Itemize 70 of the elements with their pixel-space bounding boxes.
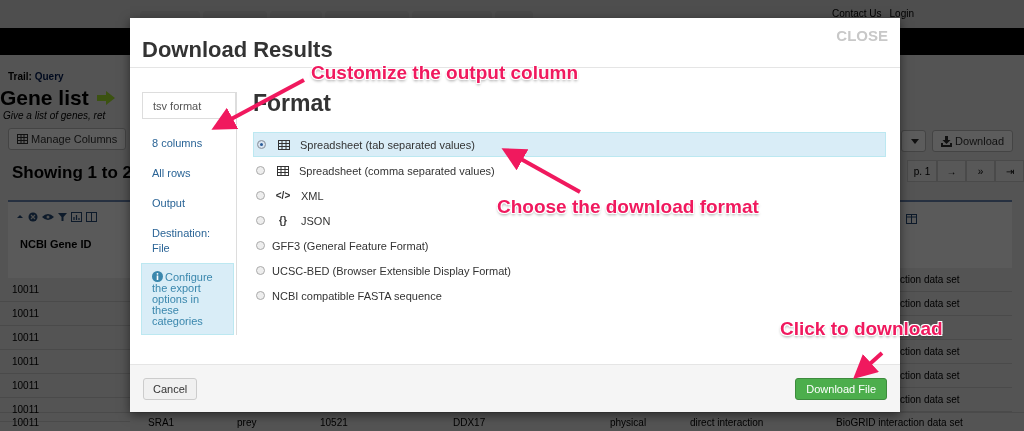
table-cell: 10011 (12, 380, 40, 391)
annotation-text: Choose the download format (497, 196, 759, 218)
format-option[interactable]: Spreadsheet (comma separated values) (253, 158, 499, 183)
format-option[interactable]: GFF3 (General Feature Format) (253, 233, 433, 258)
caret-icon (911, 138, 920, 144)
format-option[interactable]: UCSC-BED (Browser Extensible Display Format) (253, 258, 515, 283)
table-cell: 10011 (12, 308, 40, 319)
cancel-button[interactable]: Cancel (143, 377, 198, 400)
category-tab[interactable]: tsv format (142, 92, 236, 120)
table-cell-text: DDX17 (453, 417, 487, 428)
radio-button[interactable] (256, 291, 265, 300)
option-label: Spreadsheet (tab separated values) (300, 138, 475, 151)
table-icon (277, 165, 289, 176)
format-option[interactable]: Spreadsheet (tab separated values) (253, 132, 886, 157)
table-cell: ction data set (900, 346, 960, 357)
option-label: UCSC-BED (Browser Extensible Display Format) (272, 264, 511, 277)
format-option[interactable]: {} JSON (253, 208, 335, 233)
table-cell: ction data set (900, 394, 960, 405)
table-cell-text: direct interaction (690, 417, 765, 428)
table-cell-text: 10011 (12, 417, 41, 428)
format-glyph: </> (274, 190, 292, 201)
format-option[interactable]: </> XML (253, 183, 328, 208)
annotation-text: Customize the output column (311, 62, 579, 84)
page-subtitle: Give a list of genes, ret (2, 110, 107, 121)
page-title: Gene list (0, 87, 89, 109)
table-cell-text: 10521 (320, 417, 349, 428)
radio-button[interactable] (256, 191, 265, 200)
option-label: NCBI compatible FASTA sequence (272, 289, 442, 302)
dialog-title: Download Results (142, 37, 333, 63)
annotation-arrow (853, 351, 884, 380)
table-cell-text: SRA1 (148, 417, 176, 428)
filter-icon[interactable] (58, 212, 67, 222)
option-label: XML (301, 189, 324, 202)
info-icon (152, 271, 163, 282)
table-cell: ction data set (900, 274, 960, 285)
category-tab[interactable]: 8 columns (142, 128, 236, 158)
table-cell: ction data set (900, 370, 960, 381)
option-label: JSON (301, 214, 331, 227)
option-label: GFF3 (General Feature Format) (272, 239, 429, 252)
format-option[interactable]: NCBI compatible FASTA sequence (253, 283, 446, 308)
category-tab[interactable]: All rows (142, 158, 236, 188)
format-glyph: {} (278, 215, 288, 226)
table-cell: 10011 (12, 284, 40, 295)
info-note: Configure the export options in these categories (141, 263, 234, 335)
option-label: Spreadsheet (comma separated values) (299, 164, 495, 177)
table-icon (278, 139, 290, 150)
table-cell-text: prey (237, 417, 258, 428)
radio-button[interactable] (256, 241, 265, 250)
table-cell: BioGRID interaction data set (836, 417, 963, 428)
table-icon (17, 134, 28, 144)
download-icon (941, 135, 953, 147)
table-cell: 10011 (12, 404, 40, 415)
radio-button[interactable] (257, 140, 266, 149)
radio-button[interactable] (256, 216, 265, 225)
radio-button[interactable] (256, 266, 265, 275)
table-cell: ction data set (900, 298, 960, 309)
table-cell-text: physical (610, 417, 648, 428)
columns-icon[interactable] (86, 212, 97, 222)
columns-icon[interactable] (906, 214, 917, 224)
radio-button[interactable] (256, 166, 265, 175)
dropdown-button[interactable] (901, 130, 927, 152)
table-cell: 10011 (12, 356, 40, 367)
table-cell: 10011 (12, 332, 40, 343)
remove-icon[interactable] (28, 212, 38, 222)
category-tab[interactable]: Output (142, 187, 236, 218)
eye-icon[interactable] (42, 212, 54, 222)
chart-icon[interactable] (71, 212, 82, 222)
category-tab[interactable]: Destination: File (142, 217, 236, 263)
trail-label: Trail: (8, 71, 32, 82)
arrow-icon (96, 91, 115, 105)
